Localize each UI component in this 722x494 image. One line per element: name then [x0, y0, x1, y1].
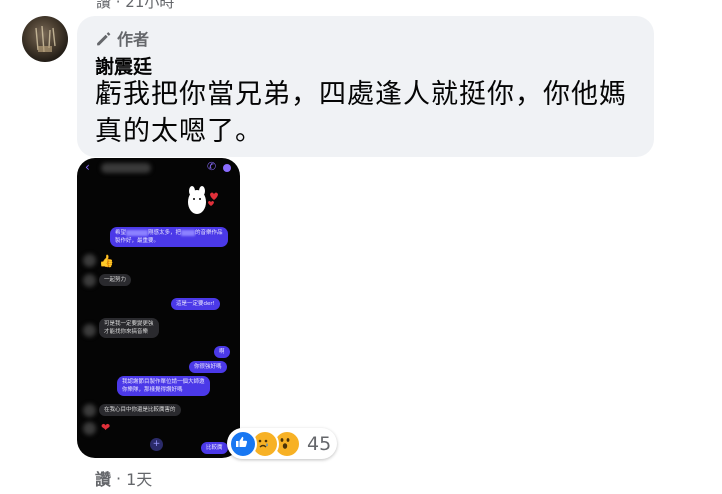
message-sent: 我認謝節目製作單位請一個大師邀 你樂隊，那樣覺得讚好嗎: [117, 376, 210, 396]
comment-text: 虧我把你當兄弟，四處逢人就挺你，你他媽真的太嗯了。: [95, 79, 627, 147]
message-sent: 啊: [214, 346, 230, 358]
avatar[interactable]: [22, 16, 68, 62]
like-button[interactable]: 讚: [95, 466, 111, 490]
thumbs-up-icon: 👍: [99, 254, 114, 268]
comment-actions: 讚 · 1天: [95, 466, 152, 490]
video-icon: [223, 164, 231, 172]
message-received: 可是我一定要變更強 才能找你來搞音樂: [99, 318, 159, 338]
plus-icon: +: [150, 438, 163, 451]
sticker-image: [188, 186, 218, 214]
blurred-contact-name: [101, 163, 151, 173]
author-name[interactable]: 謝震廷: [95, 52, 152, 79]
blurred-avatar: [83, 404, 96, 417]
blurred-text: [181, 229, 196, 236]
reactions-summary[interactable]: 45: [227, 428, 338, 459]
comment-timestamp[interactable]: 1天: [126, 466, 152, 490]
message-received: 一起努力: [99, 274, 132, 286]
blurred-avatar: [83, 324, 96, 337]
message-sent: 比較厲: [201, 442, 228, 454]
back-arrow-icon: ‹: [85, 160, 90, 174]
blurred-avatar: [83, 274, 96, 287]
phone-icon: ✆: [207, 160, 217, 173]
heart-icon: ❤: [101, 421, 111, 434]
message-sent: 這是一定要der!: [171, 298, 220, 310]
blurred-text: [126, 229, 149, 236]
separator: ·: [116, 468, 122, 488]
pencil-icon: [97, 31, 111, 45]
message-sent: 希望 剛感太多，把 的音樂作品製作好，最重要。: [110, 227, 228, 247]
message-received: 在我心目中你還是比較厲害的: [99, 404, 181, 416]
blurred-avatar: [83, 254, 96, 267]
message-sent: 你很強好嗎: [189, 361, 227, 373]
author-badge: 作者: [95, 27, 149, 49]
like-icon: [229, 429, 257, 458]
previous-comment-meta: 讚 · 21小時: [96, 0, 175, 11]
blurred-avatar: [83, 422, 96, 435]
reaction-count: 45: [307, 432, 332, 455]
attached-screenshot[interactable]: ‹ ✆ 希望 剛感太多，把 的音樂作品製作好，最重要。 👍 一起努力 這是一定要de…: [77, 158, 240, 458]
author-badge-label: 作者: [117, 30, 150, 49]
